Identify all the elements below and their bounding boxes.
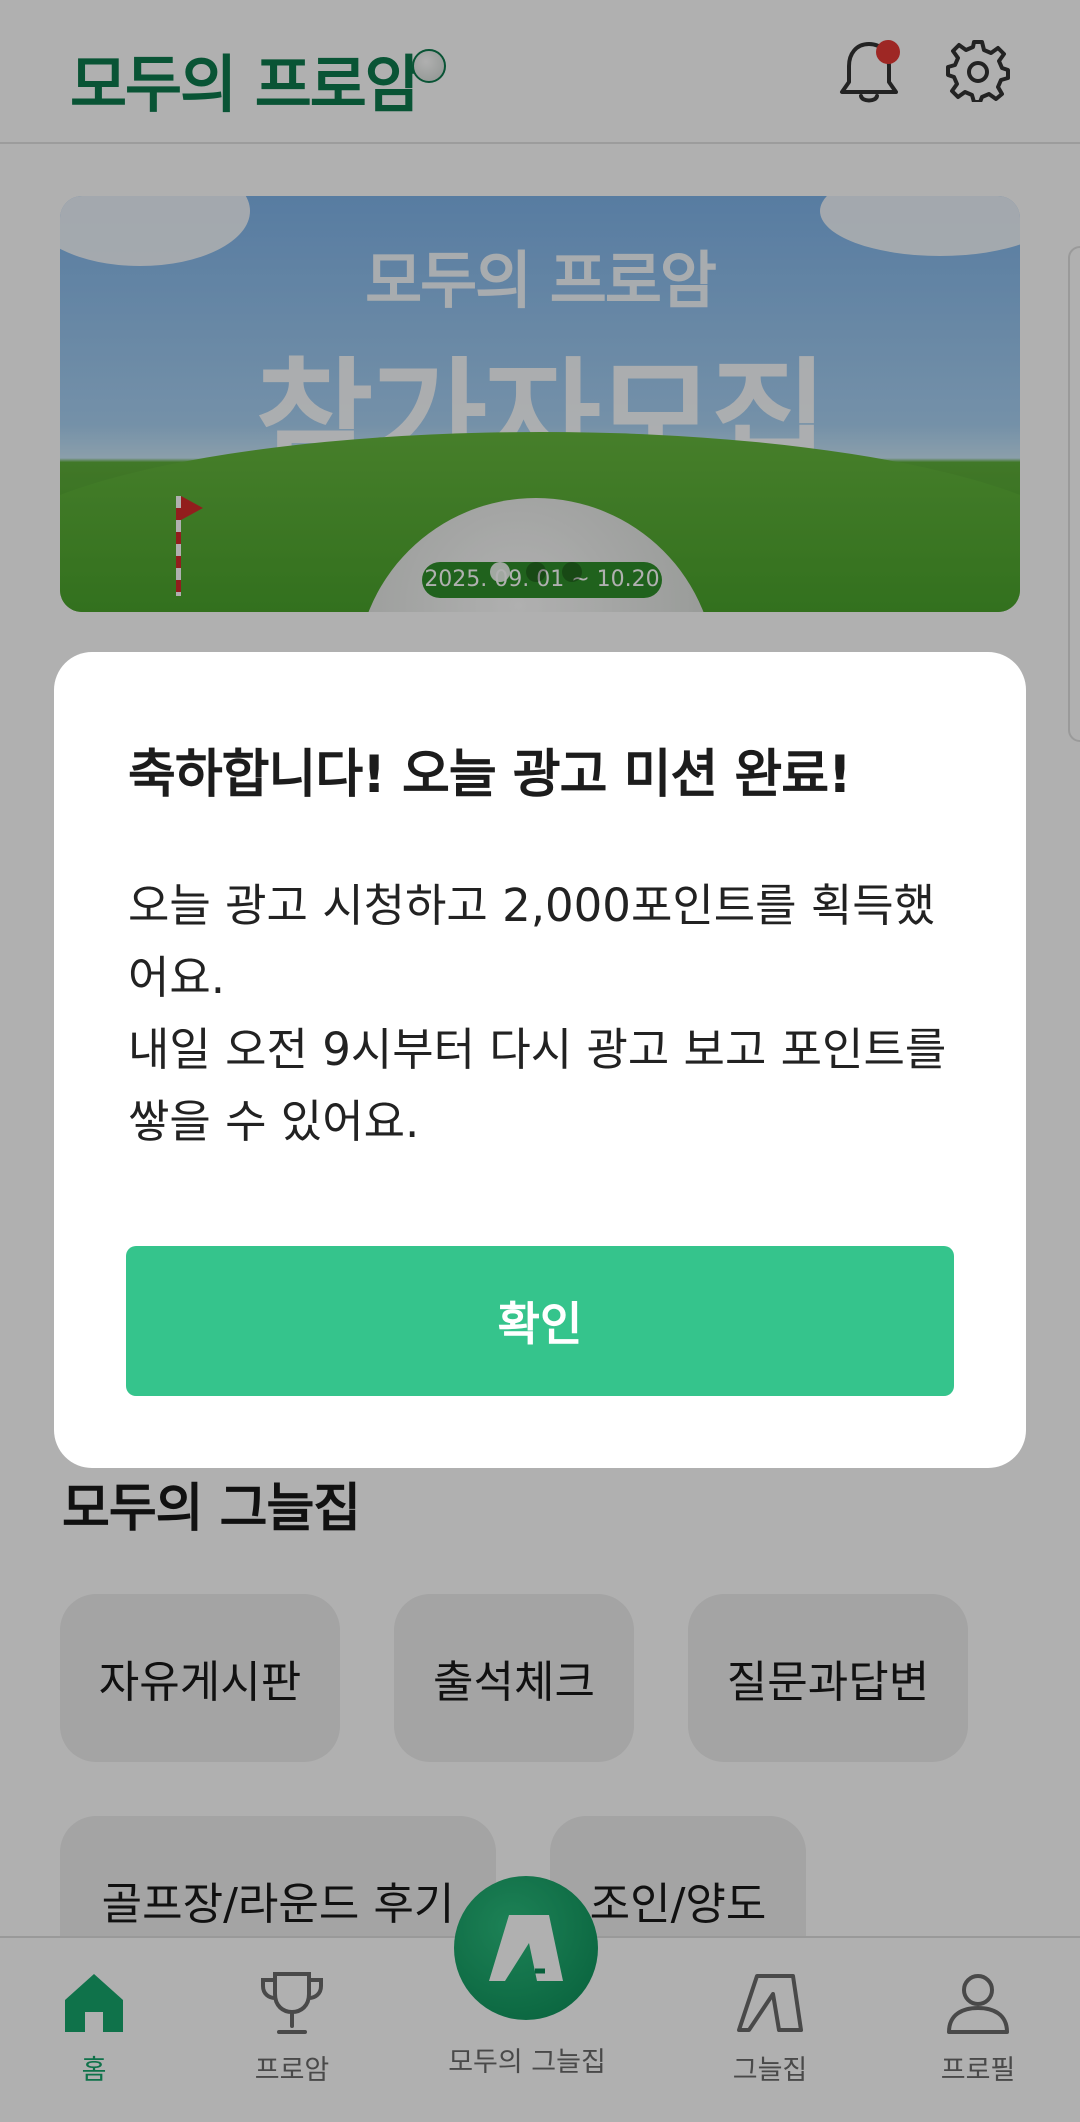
dialog-message-line: 내일 오전 9시부터 다시 광고 보고 포인트를 쌓을 수 있어요. bbox=[128, 1023, 947, 1148]
dialog-message-line: 오늘 광고 시청하고 2,000포인트를 획득했어요. bbox=[128, 879, 936, 1004]
mission-complete-dialog: 축하합니다! 오늘 광고 미션 완료! 오늘 광고 시청하고 2,000포인트를… bbox=[54, 652, 1026, 1468]
confirm-button[interactable]: 확인 bbox=[126, 1246, 954, 1396]
dialog-title: 축하합니다! 오늘 광고 미션 완료! bbox=[128, 745, 852, 805]
dialog-message: 오늘 광고 시청하고 2,000포인트를 획득했어요. 내일 오전 9시부터 다… bbox=[128, 870, 968, 1158]
